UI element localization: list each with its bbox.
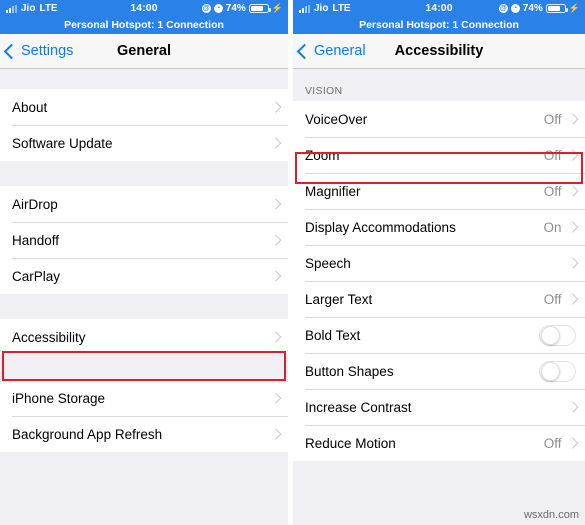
row-label: Larger Text	[305, 291, 373, 307]
group-gap-3-left	[0, 355, 288, 380]
row-iphone-storage[interactable]: iPhone Storage	[0, 380, 288, 416]
row-label: Zoom	[305, 147, 340, 163]
chevron-right-icon	[269, 137, 281, 149]
section-header-vision: VISION	[293, 69, 585, 101]
row-handoff[interactable]: Handoff	[0, 222, 288, 258]
left-phone-screen: Jio LTE 14:00 @ ◔ 74% ⚡ Personal Hotspot…	[0, 0, 288, 525]
chevron-right-icon	[269, 101, 281, 113]
chevron-right-icon	[566, 149, 578, 161]
row-bold-text[interactable]: Bold Text	[293, 317, 585, 353]
chevron-right-icon	[566, 401, 578, 413]
row-display-accommodations[interactable]: Display Accommodations On	[293, 209, 585, 245]
row-label: Accessibility	[12, 329, 86, 345]
nav-bar-right: General Accessibility	[293, 34, 585, 69]
row-value: Off	[543, 291, 562, 307]
row-button-shapes[interactable]: Button Shapes	[293, 353, 585, 389]
row-label: Background App Refresh	[12, 426, 163, 442]
chevron-right-icon	[566, 437, 578, 449]
settings-group-3: Accessibility	[0, 319, 288, 355]
status-bar-right-cluster: @ ◔ 74% ⚡	[498, 0, 580, 17]
row-reduce-motion[interactable]: Reduce Motion Off	[293, 425, 585, 461]
row-software-update[interactable]: Software Update	[0, 125, 288, 161]
row-speech[interactable]: Speech	[293, 245, 585, 281]
settings-group-4: iPhone Storage Background App Refresh	[0, 380, 288, 452]
row-label: Increase Contrast	[305, 399, 412, 415]
row-label: AirDrop	[12, 196, 58, 212]
battery-percent-label: 74%	[225, 3, 246, 14]
chevron-right-icon	[566, 185, 578, 197]
row-label: Bold Text	[305, 327, 361, 343]
row-label: Button Shapes	[305, 363, 394, 379]
row-label: iPhone Storage	[12, 390, 106, 406]
charging-bolt-icon: ⚡	[568, 3, 580, 13]
row-larger-text[interactable]: Larger Text Off	[293, 281, 585, 317]
page-title-general: General	[117, 43, 171, 59]
battery-percent-label: 74%	[522, 3, 543, 14]
settings-group-1: About Software Update	[0, 89, 288, 161]
chevron-right-icon	[269, 198, 281, 210]
row-value: Off	[543, 111, 562, 127]
row-label: Magnifier	[305, 183, 361, 199]
chevron-right-icon	[269, 270, 281, 282]
page-title-accessibility: Accessibility	[394, 43, 484, 59]
battery-icon	[248, 4, 271, 13]
lock-rotation-icon: @	[201, 4, 211, 13]
battery-icon	[545, 4, 568, 13]
group-gap-2-left	[0, 294, 288, 319]
site-watermark: wsxdn.com	[523, 509, 579, 521]
toggle-button-shapes[interactable]	[539, 360, 576, 382]
nav-bar-left: Settings General	[0, 34, 288, 69]
row-label: Software Update	[12, 135, 113, 151]
personal-hotspot-banner-left[interactable]: Personal Hotspot: 1 Connection	[0, 17, 288, 34]
row-value: Off	[543, 435, 562, 451]
personal-hotspot-banner-right[interactable]: Personal Hotspot: 1 Connection	[293, 17, 585, 34]
row-value: Off	[543, 147, 562, 163]
right-phone-screen: Jio LTE 14:00 @ ◔ 74% ⚡ Personal Hotspot…	[293, 0, 585, 525]
row-label: About	[12, 99, 48, 115]
settings-group-2: AirDrop Handoff CarPlay	[0, 186, 288, 294]
row-zoom[interactable]: Zoom Off	[293, 137, 585, 173]
chevron-right-icon	[269, 428, 281, 440]
status-bar-right: Jio LTE 14:00 @ ◔ 74% ⚡	[293, 0, 585, 17]
toggle-bold-text[interactable]	[539, 324, 576, 346]
row-label: Reduce Motion	[305, 435, 396, 451]
vision-settings-group: VoiceOver Off Zoom Off Magnifier Off Dis…	[293, 101, 585, 461]
chevron-right-icon	[269, 392, 281, 404]
chevron-right-icon	[269, 331, 281, 343]
row-accessibility[interactable]: Accessibility	[0, 319, 288, 355]
chevron-right-icon	[566, 221, 578, 233]
group-gap-1-left	[0, 161, 288, 186]
chevron-right-icon	[566, 257, 578, 269]
row-label: VoiceOver	[305, 111, 368, 127]
row-value: Off	[543, 183, 562, 199]
row-background-app-refresh[interactable]: Background App Refresh	[0, 416, 288, 452]
chevron-right-icon	[566, 113, 578, 125]
alarm-clock-icon: ◔	[213, 4, 223, 13]
row-label: Display Accommodations	[305, 219, 456, 235]
row-increase-contrast[interactable]: Increase Contrast	[293, 389, 585, 425]
dual-screenshot-container: Jio LTE 14:00 @ ◔ 74% ⚡ Personal Hotspot…	[0, 0, 585, 525]
row-carplay[interactable]: CarPlay	[0, 258, 288, 294]
charging-bolt-icon: ⚡	[271, 3, 283, 13]
lock-rotation-icon: @	[498, 4, 508, 13]
status-bar-left: Jio LTE 14:00 @ ◔ 74% ⚡	[0, 0, 288, 17]
row-label: Handoff	[12, 232, 60, 248]
list-top-spacer-left	[0, 69, 288, 89]
row-label: Speech	[305, 255, 351, 271]
chevron-right-icon	[269, 234, 281, 246]
status-bar-right-cluster: @ ◔ 74% ⚡	[201, 0, 283, 17]
row-label: CarPlay	[12, 268, 61, 284]
row-about[interactable]: About	[0, 89, 288, 125]
row-magnifier[interactable]: Magnifier Off	[293, 173, 585, 209]
row-airdrop[interactable]: AirDrop	[0, 186, 288, 222]
chevron-right-icon	[566, 293, 578, 305]
row-value: On	[543, 219, 562, 235]
alarm-clock-icon: ◔	[510, 4, 520, 13]
row-voiceover[interactable]: VoiceOver Off	[293, 101, 585, 137]
